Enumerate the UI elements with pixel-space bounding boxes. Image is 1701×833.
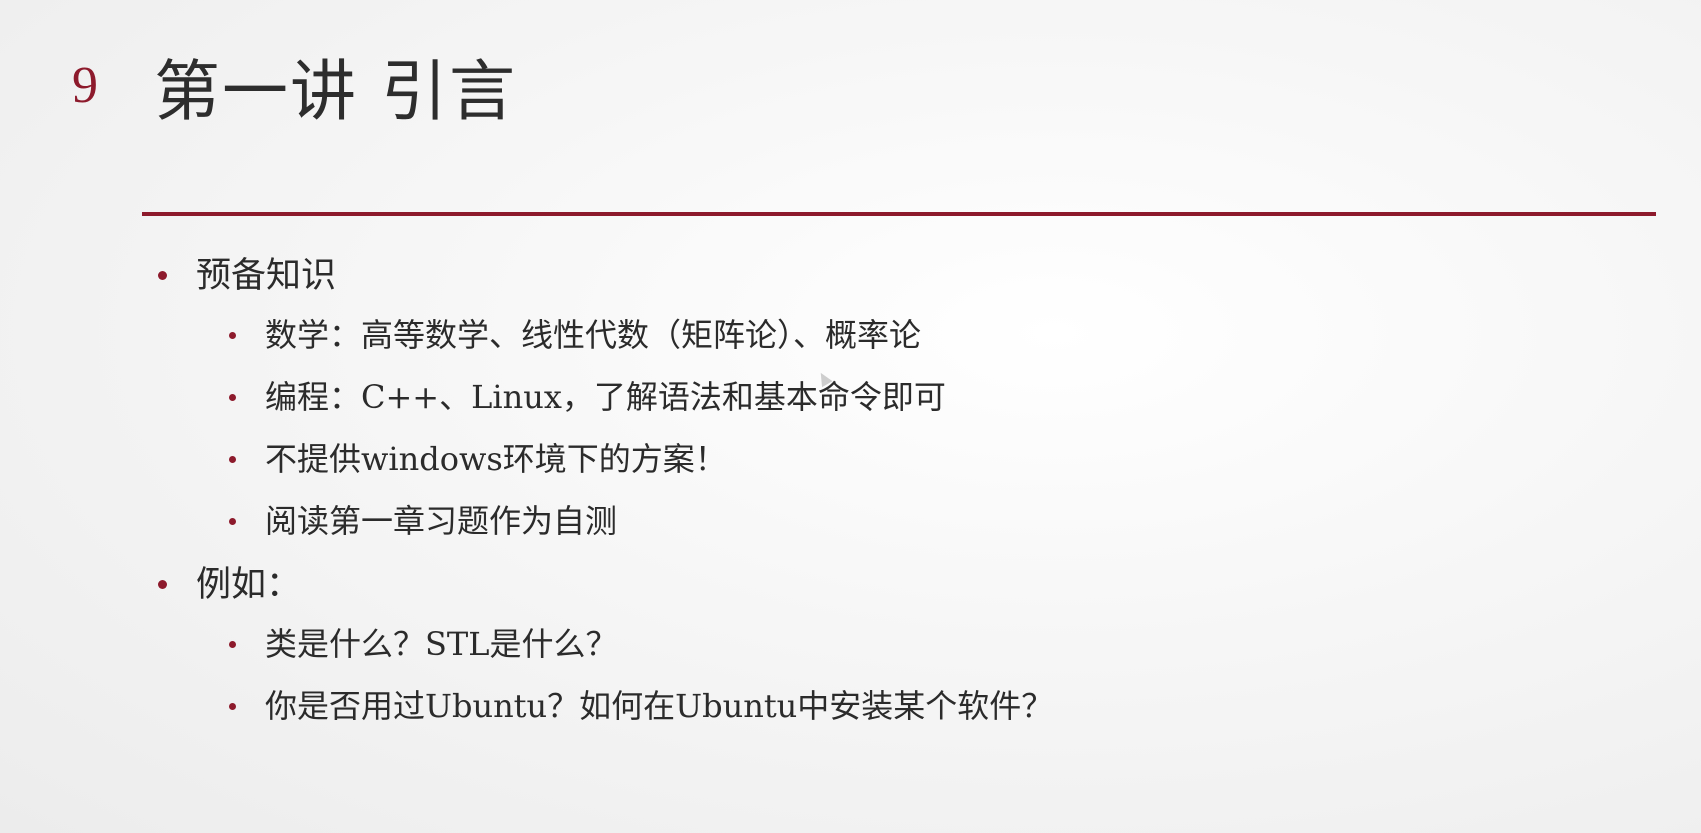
bullet-dot-icon xyxy=(229,456,236,463)
title-divider xyxy=(142,212,1656,216)
slide: 9 第一讲 引言 预备知识 数学：高等数学、线性代数（矩阵论）、概率论 编程：C… xyxy=(0,0,1701,833)
sub-bullet-text: 编程：C++、Linux，了解语法和基本命令即可 xyxy=(265,378,946,416)
bullet-dot-icon xyxy=(229,518,236,525)
sub-bullet-class-stl: 类是什么？STL是什么？ xyxy=(154,622,1554,666)
sub-bullet-self-test: 阅读第一章习题作为自测 xyxy=(154,499,1554,543)
bullet-dot-icon xyxy=(158,580,167,589)
bullet-dot-icon xyxy=(158,271,167,280)
slide-content: 预备知识 数学：高等数学、线性代数（矩阵论）、概率论 编程：C++、Linux，… xyxy=(154,252,1554,746)
sub-bullet-programming: 编程：C++、Linux，了解语法和基本命令即可 xyxy=(154,375,1554,419)
slide-title: 第一讲 引言 xyxy=(154,53,517,130)
sub-bullet-list: 数学：高等数学、线性代数（矩阵论）、概率论 编程：C++、Linux，了解语法和… xyxy=(154,313,1554,543)
sub-bullet-math: 数学：高等数学、线性代数（矩阵论）、概率论 xyxy=(154,313,1554,357)
bullet-dot-icon xyxy=(229,703,236,710)
bullet-dot-icon xyxy=(229,332,236,339)
bullet-prerequisites: 预备知识 xyxy=(154,252,1554,300)
sub-bullet-text: 阅读第一章习题作为自测 xyxy=(265,502,618,540)
sub-bullet-text: 类是什么？STL是什么？ xyxy=(265,625,618,663)
sub-bullet-no-windows: 不提供windows环境下的方案！ xyxy=(154,437,1554,481)
bullet-examples: 例如： xyxy=(154,561,1554,609)
bullet-text: 预备知识 xyxy=(196,256,337,296)
bullet-group-examples: 例如： 类是什么？STL是什么？ 你是否用过Ubuntu？如何在Ubuntu中安… xyxy=(154,561,1554,728)
sub-bullet-text: 不提供windows环境下的方案！ xyxy=(265,440,727,478)
bullet-group-prerequisites: 预备知识 数学：高等数学、线性代数（矩阵论）、概率论 编程：C++、Linux，… xyxy=(154,252,1554,543)
sub-bullet-ubuntu: 你是否用过Ubuntu？如何在Ubuntu中安装某个软件？ xyxy=(154,684,1554,728)
sub-bullet-list: 类是什么？STL是什么？ 你是否用过Ubuntu？如何在Ubuntu中安装某个软… xyxy=(154,622,1554,728)
sub-bullet-text: 你是否用过Ubuntu？如何在Ubuntu中安装某个软件？ xyxy=(265,687,1054,725)
bullet-text: 例如： xyxy=(196,565,302,605)
bullet-dot-icon xyxy=(229,394,236,401)
slide-number: 9 xyxy=(72,57,98,114)
bullet-dot-icon xyxy=(229,641,236,648)
sub-bullet-text: 数学：高等数学、线性代数（矩阵论）、概率论 xyxy=(265,316,922,354)
